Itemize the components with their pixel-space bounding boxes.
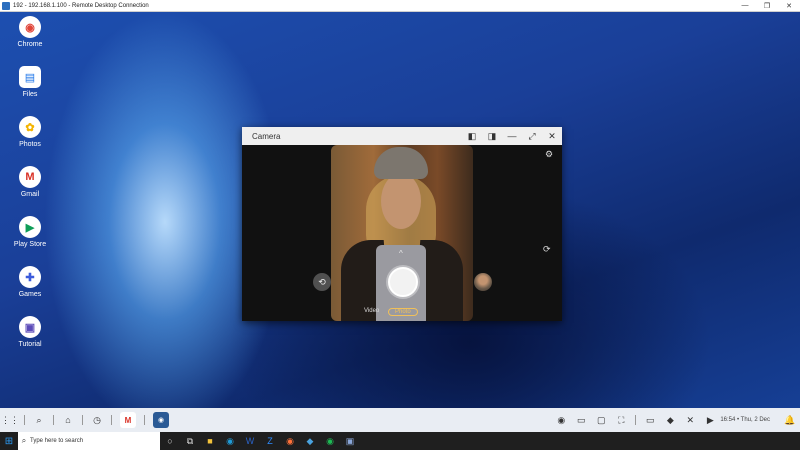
battery-icon[interactable]: ▶ <box>700 415 720 426</box>
dock-left-button[interactable]: ◧ <box>462 131 482 142</box>
preview-beanie <box>374 147 428 179</box>
desktop-icon-play-store[interactable]: ▶ Play Store <box>10 216 50 248</box>
rotate-icon[interactable]: ⟳ <box>543 244 551 255</box>
desktop-icon-label: Games <box>18 291 42 298</box>
files-icon: ▤ <box>19 66 41 88</box>
rdp-title-bar: 192 - 192.168.1.100 - Remote Desktop Con… <box>0 0 800 12</box>
shelf-divider <box>111 415 112 425</box>
home-icon[interactable]: ⌂ <box>58 415 78 425</box>
camera-window-title: Camera <box>252 131 281 141</box>
rdp-app-icon <box>2 1 10 10</box>
play-store-icon: ▶ <box>19 216 41 238</box>
search-icon[interactable]: ⌕ <box>29 415 49 426</box>
gmail-icon: M <box>19 166 41 188</box>
start-button[interactable]: ⊞ <box>0 436 18 447</box>
spotify-icon[interactable]: ◉ <box>320 432 340 450</box>
desktop-icon-games[interactable]: ✚ Games <box>10 266 50 298</box>
windows-taskbar: ⊞ ⌕ Type here to search ○ ⧉ ■ ◉ W Z ◉ ◆ … <box>0 432 800 450</box>
desktop-icon-label: Gmail <box>20 191 40 198</box>
store-icon[interactable]: ◆ <box>300 432 320 450</box>
close-button[interactable]: ✕ <box>778 2 800 10</box>
shelf-divider <box>82 415 83 425</box>
photos-icon: ✿ <box>19 116 41 138</box>
widgets-icon[interactable]: ⧉ <box>180 432 200 450</box>
file-explorer-icon[interactable]: ■ <box>200 432 220 450</box>
rdp-taskbar-icon[interactable]: ▣ <box>340 432 360 450</box>
gmail-app-icon[interactable]: M <box>120 412 136 428</box>
camera-viewport: ⚙ ⟳ ^ ⟲ Video Photo <box>242 145 562 321</box>
shelf-divider <box>24 415 25 425</box>
gallery-thumbnail[interactable] <box>474 273 492 291</box>
shutter-button[interactable] <box>388 267 418 297</box>
desktop-icon-tutorial[interactable]: ▣ Tutorial <box>10 316 50 348</box>
tutorial-icon: ▣ <box>19 316 41 338</box>
maximize-button[interactable]: ⤢ <box>522 131 542 142</box>
desktop-icon-chrome[interactable]: ◉ Chrome <box>10 16 50 48</box>
preview-face <box>381 173 421 229</box>
taskbar-search[interactable]: ⌕ Type here to search <box>18 432 160 450</box>
photo-mode-tab[interactable]: Photo <box>388 308 418 316</box>
clipboard-icon[interactable]: ▭ <box>571 415 591 426</box>
volume-muted-icon[interactable]: ✕ <box>680 415 700 426</box>
chevron-up-icon[interactable]: ^ <box>399 249 403 258</box>
task-view-icon[interactable]: ○ <box>160 432 180 450</box>
camera-app-icon[interactable]: ◉ <box>153 412 169 428</box>
close-button[interactable]: ✕ <box>542 131 562 142</box>
shelf-divider <box>144 415 145 425</box>
camera-window: Camera ◧ ◨ — ⤢ ✕ ⚙ ⟳ ^ ⟲ Video Photo <box>242 127 562 321</box>
desktop-icon-files[interactable]: ▤ Files <box>10 66 50 98</box>
crop-icon[interactable]: ⛶ <box>611 415 631 426</box>
screen-capture-icon[interactable]: ◉ <box>551 415 571 426</box>
games-icon: ✚ <box>19 266 41 288</box>
switch-camera-button[interactable]: ⟲ <box>313 273 331 291</box>
desktop-icon-label: Tutorial <box>18 341 42 348</box>
chrome-icon: ◉ <box>19 16 41 38</box>
clock[interactable]: 16:54 • Thu, 2 Dec <box>720 417 770 423</box>
firefox-icon[interactable]: ◉ <box>280 432 300 450</box>
cast-icon[interactable]: ▭ <box>640 415 660 426</box>
search-placeholder: Type here to search <box>30 438 84 444</box>
shelf-divider <box>635 415 637 425</box>
search-icon: ⌕ <box>21 436 27 445</box>
desktop-icon-label: Photos <box>19 141 41 148</box>
shelf-divider <box>53 415 54 425</box>
restore-button[interactable]: ❐ <box>756 2 778 10</box>
settings-icon[interactable]: ⚙ <box>545 149 553 160</box>
word-icon[interactable]: W <box>240 432 260 450</box>
wifi-icon[interactable]: ◆ <box>660 415 680 426</box>
video-mode-tab[interactable]: Video <box>364 308 379 314</box>
desktop-icon-label: Play Store <box>13 241 47 248</box>
minimize-button[interactable]: — <box>734 2 756 9</box>
camera-title-bar: Camera ◧ ◨ — ⤢ ✕ <box>242 127 562 145</box>
switch-camera-icon: ⟲ <box>318 276 326 287</box>
notification-icon[interactable]: 🔔 <box>780 415 800 426</box>
window-icon[interactable]: ▢ <box>591 415 611 426</box>
desktop-icon-gmail[interactable]: M Gmail <box>10 166 50 198</box>
edge-icon[interactable]: ◉ <box>220 432 240 450</box>
desktop-icon-photos[interactable]: ✿ Photos <box>10 116 50 148</box>
dock-right-button[interactable]: ◨ <box>482 131 502 142</box>
rdp-title: 192 - 192.168.1.100 - Remote Desktop Con… <box>13 2 149 9</box>
desktop-icon-label: Files <box>22 91 38 98</box>
zoom-icon[interactable]: Z <box>260 432 280 450</box>
history-icon[interactable]: ◷ <box>87 415 107 426</box>
launcher-icon[interactable]: ⋮⋮ <box>0 415 20 426</box>
minimize-button[interactable]: — <box>502 131 522 141</box>
shelf: ⋮⋮ ⌕ ⌂ ◷ M ◉ ◉ ▭ ▢ ⛶ ▭ ◆ ✕ ▶ 16:54 • Thu… <box>0 408 800 432</box>
desktop-icon-label: Chrome <box>17 41 43 48</box>
